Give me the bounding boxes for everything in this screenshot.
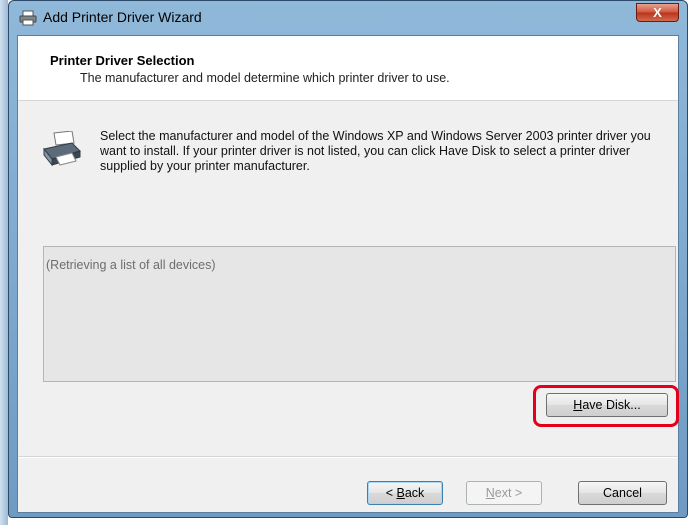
close-icon: X (653, 5, 662, 20)
have-disk-button[interactable]: Have Disk... (546, 393, 668, 417)
have-disk-label: ave Disk... (582, 398, 641, 412)
page-title: Printer Driver Selection (50, 53, 195, 68)
next-button[interactable]: Next > (466, 481, 542, 505)
window-title: Add Printer Driver Wizard (43, 9, 202, 25)
back-button[interactable]: < Back (367, 481, 443, 505)
have-disk-mnemonic: H (573, 398, 583, 412)
printer-icon (43, 131, 81, 167)
wizard-window: Add Printer Driver Wizard X Printer Driv… (8, 0, 688, 518)
left-window-edge (0, 0, 8, 525)
back-label: ack (404, 486, 425, 500)
wizard-header: Printer Driver Selection The manufacture… (18, 36, 678, 101)
instruction-text: Select the manufacturer and model of the… (100, 129, 651, 173)
footer-divider (18, 456, 678, 458)
printer-icon (19, 10, 37, 26)
device-list-status: (Retrieving a list of all devices) (46, 258, 216, 272)
next-label: ext > (494, 486, 523, 500)
title-bar[interactable]: Add Printer Driver Wizard X (9, 1, 687, 35)
cancel-button[interactable]: Cancel (578, 481, 667, 505)
device-list[interactable]: (Retrieving a list of all devices) (43, 246, 676, 382)
back-prefix: < (385, 486, 397, 500)
next-mnemonic: N (485, 486, 495, 500)
close-button[interactable]: X (636, 3, 679, 22)
back-mnemonic: B (396, 486, 405, 500)
wizard-content: Printer Driver Selection The manufacture… (17, 35, 679, 513)
page-subtitle: The manufacturer and model determine whi… (80, 71, 450, 85)
